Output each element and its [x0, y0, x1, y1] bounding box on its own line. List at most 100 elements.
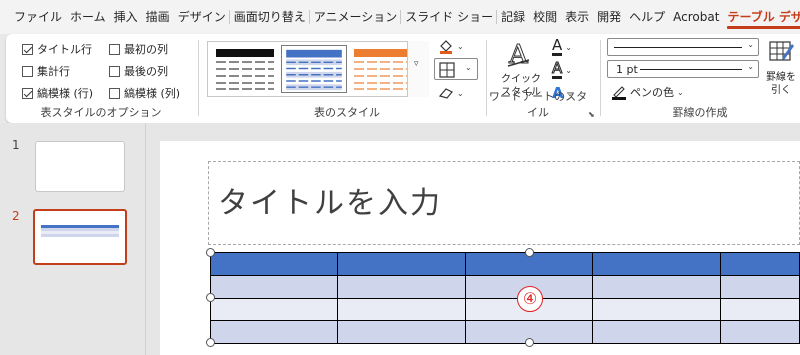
banded-columns-label: 縞模様 (列) — [124, 87, 181, 100]
svg-text:A: A — [508, 40, 529, 68]
text-fill-button[interactable]: A ⌄ — [552, 38, 572, 56]
tab-help[interactable]: ヘルプ — [625, 0, 669, 34]
table-style-blue[interactable] — [281, 45, 347, 93]
draw-table-label-2: 引く — [771, 85, 791, 96]
group-label-style-options: 表スタイルのオプション — [40, 106, 162, 119]
resize-handle-middle-left[interactable] — [206, 293, 215, 302]
checkbox-icon — [22, 65, 33, 77]
first-column-checkbox[interactable]: 最初の列 — [109, 41, 168, 57]
chevron-down-icon: ⌄ — [747, 40, 754, 49]
chevron-down-icon: ⌄ — [457, 41, 464, 51]
pen-style-line — [614, 47, 742, 48]
checkbox-checked-icon — [22, 87, 33, 99]
table-cell[interactable] — [210, 320, 338, 344]
resize-handle-bottom-center[interactable] — [525, 338, 534, 347]
slide-thumbnail-2[interactable] — [33, 209, 127, 265]
table-cell[interactable] — [720, 298, 800, 321]
expand-icon: ▿ — [414, 59, 419, 69]
eraser-effects-icon — [438, 88, 453, 99]
borders-grid-icon — [439, 62, 455, 78]
slide-thumbnail-1[interactable] — [35, 141, 125, 192]
checkbox-icon — [109, 87, 120, 99]
table-cell[interactable] — [210, 298, 338, 321]
ribbon-tab-bar: ファイル ホーム 挿入 描画 デザイン 画面切り替え アニメーション スライド … — [0, 0, 800, 34]
step-number-marker: ④ — [517, 286, 543, 312]
slide-number-1: 1 — [12, 138, 20, 152]
chevron-down-icon: ⌄ — [747, 62, 754, 71]
slide-number-2: 2 — [12, 209, 20, 223]
chevron-down-icon: ⌄ — [565, 65, 572, 75]
resize-handle-bottom-left[interactable] — [206, 338, 215, 347]
tab-review[interactable]: 校閲 — [529, 0, 561, 34]
banded-rows-label: 縞模様 (行) — [37, 87, 94, 100]
borders-dropdown[interactable]: ⌄ — [434, 58, 478, 80]
dialog-launcher-icon[interactable]: ⬊ — [588, 110, 595, 119]
banded-columns-checkbox[interactable]: 縞模様 (列) — [109, 85, 180, 101]
draw-table-button[interactable]: 罫線を 引く — [761, 38, 800, 100]
tab-home[interactable]: ホーム — [66, 0, 110, 34]
chevron-down-icon: ⌄ — [565, 42, 572, 52]
group-separator — [198, 40, 199, 116]
shading-button[interactable]: ⌄ — [438, 38, 464, 54]
resize-handle-top-center[interactable] — [525, 248, 534, 257]
pen-color-label: ペンの色 — [630, 86, 674, 99]
tab-insert[interactable]: 挿入 — [110, 0, 142, 34]
pen-color-button[interactable]: ペンの色 ⌄ — [611, 84, 684, 100]
ribbon-panel: タイトル行 集計行 縞模様 (行) 最初の列 最後の列 縞模様 (列) 表スタイ… — [6, 34, 800, 123]
table-cell[interactable] — [592, 252, 722, 276]
table-styles-gallery — [207, 41, 429, 97]
total-row-label: 集計行 — [37, 65, 70, 78]
table-cell[interactable] — [336, 298, 466, 321]
table-cell[interactable] — [720, 275, 800, 299]
table-cell[interactable] — [336, 275, 466, 299]
banded-rows-checkbox[interactable]: 縞模様 (行) — [22, 85, 93, 101]
pen-weight-line — [640, 69, 742, 70]
table-cell[interactable] — [592, 320, 722, 344]
checkbox-checked-icon — [22, 43, 33, 55]
tab-view[interactable]: 表示 — [561, 0, 593, 34]
tab-developer[interactable]: 開発 — [593, 0, 625, 34]
tab-acrobat[interactable]: Acrobat — [669, 0, 723, 34]
tab-slideshow[interactable]: スライド ショー — [400, 0, 497, 34]
first-column-label: 最初の列 — [124, 43, 168, 56]
table-style-black[interactable] — [212, 45, 278, 93]
table-cell[interactable] — [336, 252, 466, 276]
paint-bucket-icon — [440, 40, 452, 54]
total-row-checkbox[interactable]: 集計行 — [22, 63, 70, 79]
chevron-down-icon: ⌄ — [677, 87, 684, 97]
tab-draw[interactable]: 描画 — [142, 0, 174, 34]
tab-table-design[interactable]: テーブル デザイン — [723, 0, 800, 34]
slide-table[interactable] — [210, 252, 800, 344]
header-row-label: タイトル行 — [37, 43, 92, 56]
table-cell[interactable] — [592, 275, 722, 299]
resize-handle-top-left[interactable] — [206, 248, 215, 257]
last-column-checkbox[interactable]: 最後の列 — [109, 63, 168, 79]
tab-record[interactable]: 記録 — [496, 0, 529, 34]
effects-button[interactable]: ⌄ — [438, 86, 464, 100]
tab-transitions[interactable]: 画面切り替え — [228, 0, 310, 34]
chevron-down-icon: ⌄ — [457, 88, 464, 98]
table-cell[interactable] — [720, 320, 800, 344]
table-cell[interactable] — [336, 320, 466, 344]
last-column-label: 最後の列 — [124, 65, 168, 78]
table-cell[interactable] — [210, 252, 338, 276]
table-cell[interactable] — [592, 298, 722, 321]
pen-weight-dropdown[interactable]: 1 pt ⌄ — [607, 60, 759, 78]
tab-design[interactable]: デザイン — [174, 0, 230, 34]
title-placeholder-text: タイトルを入力 — [218, 186, 442, 221]
table-cell[interactable] — [720, 252, 800, 276]
text-outline-icon: A — [551, 59, 563, 79]
group-label-draw-borders: 罫線の作成 — [672, 106, 728, 119]
pen-weight-value: 1 pt — [616, 63, 638, 76]
table-cell[interactable] — [210, 275, 338, 299]
chevron-down-icon: ⌄ — [465, 63, 472, 72]
checkbox-icon — [109, 43, 120, 55]
wordart-a-icon: A — [508, 40, 530, 69]
gallery-more-button[interactable]: ▿ — [407, 41, 429, 97]
pen-style-dropdown[interactable]: ⌄ — [607, 38, 759, 56]
header-row-checkbox[interactable]: タイトル行 — [22, 41, 92, 57]
slide-thumbnail-preview — [41, 225, 119, 237]
tab-file[interactable]: ファイル — [10, 0, 66, 34]
tab-animations[interactable]: アニメーション — [308, 0, 402, 34]
text-outline-button[interactable]: A ⌄ — [551, 59, 572, 79]
